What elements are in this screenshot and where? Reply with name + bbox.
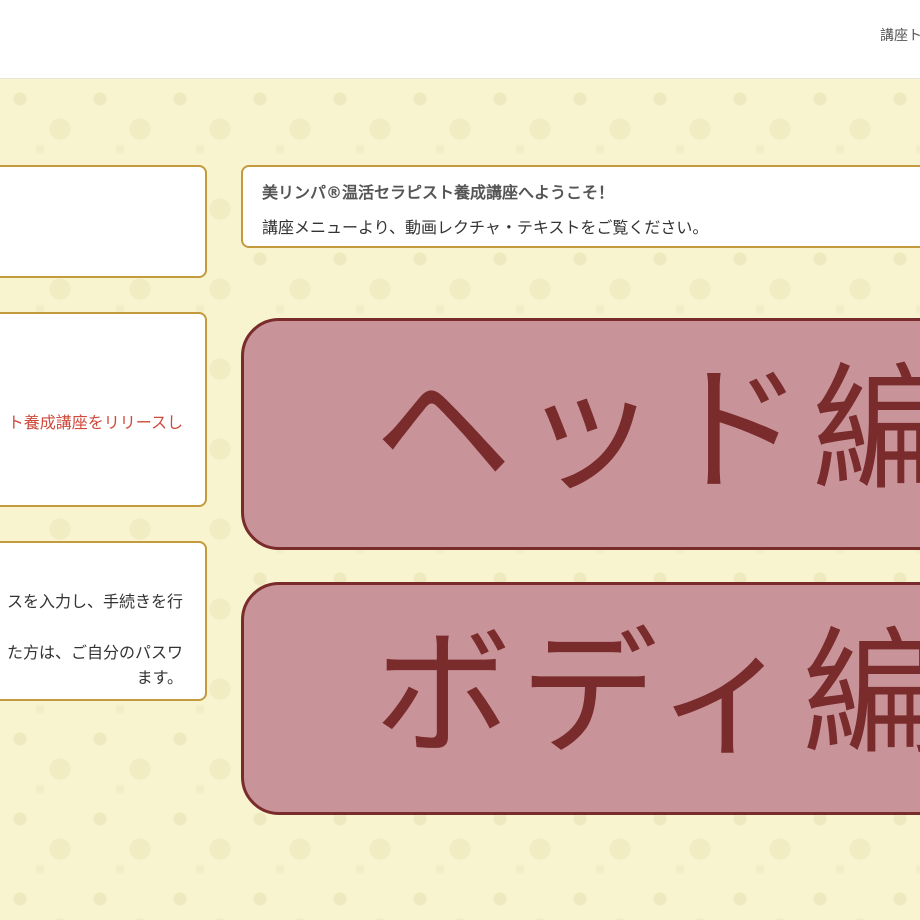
welcome-title: 美リンパ®温活セラピスト養成講座へようこそ！ — [262, 183, 615, 202]
head-section-button[interactable]: ヘッド編 — [241, 318, 920, 550]
body-section-button[interactable]: ボディ編 — [241, 582, 920, 815]
welcome-message: 講座メニューより、動画レクチャ・テキストをご覧ください。 — [262, 218, 709, 237]
info-card-3: スを入力し、手続きを行 た方は、ご自分のパスワ ます。 — [0, 541, 207, 701]
body-section-label: ボディ編 — [374, 614, 920, 775]
welcome-card: 美リンパ®温活セラピスト養成講座へようこそ！ 講座メニューより、動画レクチャ・テ… — [241, 165, 920, 248]
release-notice-text: ト養成講座をリリースし — [7, 413, 183, 432]
site-header: 講座ト — [0, 0, 920, 79]
instruction-text-line2: た方は、ご自分のパスワ — [6, 643, 183, 662]
instruction-text-line3: ます。 — [136, 668, 183, 687]
main-content: ト養成講座をリリースし スを入力し、手続きを行 た方は、ご自分のパスワ ます。 … — [0, 79, 920, 920]
info-card-2: ト養成講座をリリースし — [0, 312, 207, 507]
info-card-1 — [0, 165, 207, 278]
head-section-label: ヘッド編 — [374, 350, 920, 511]
nav-link-course-top[interactable]: 講座ト — [880, 25, 920, 45]
instruction-text-line1: スを入力し、手続きを行 — [6, 592, 183, 611]
